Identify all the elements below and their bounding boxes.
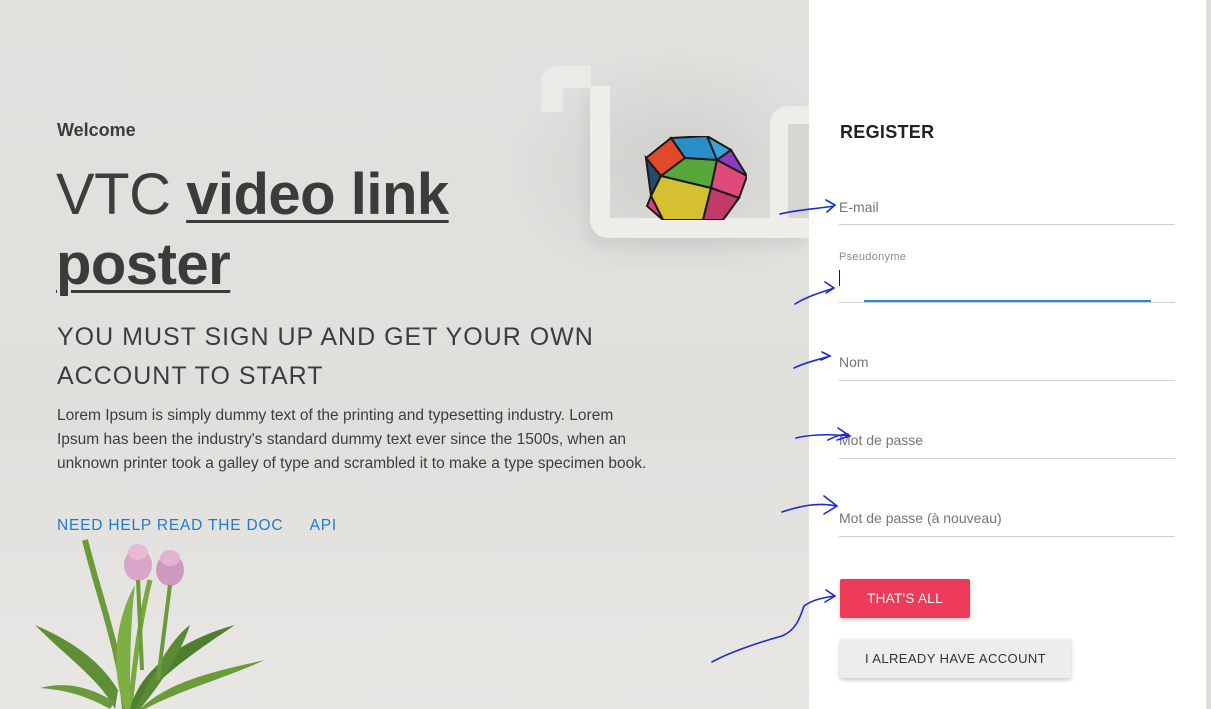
password-confirm-field[interactable]: [839, 505, 1175, 537]
shelf-hook-decoration: [541, 66, 591, 112]
pseudonyme-field[interactable]: [839, 268, 1175, 303]
hero-panel: Welcome VTC video link poster YOU MUST S…: [0, 0, 809, 709]
email-field[interactable]: [839, 194, 1175, 225]
have-account-button[interactable]: I ALREADY HAVE ACCOUNT: [840, 639, 1071, 678]
annotation-arrow-pseudonyme: [794, 281, 836, 305]
plant-image: [35, 539, 265, 709]
annotation-arrow-email: [779, 199, 837, 215]
submit-button[interactable]: THAT'S ALL: [840, 579, 970, 618]
password-field[interactable]: [839, 427, 1175, 459]
register-panel: REGISTER Pseudonyme THAT'S ALL I ALREADY…: [809, 0, 1206, 709]
description: Lorem Ipsum is simply dummy text of the …: [57, 407, 647, 472]
focus-underline: [864, 300, 1151, 302]
nom-field[interactable]: [839, 349, 1175, 381]
annotation-arrow-password: [795, 427, 852, 441]
annotation-arrow-password-confirm: [781, 495, 839, 515]
welcome-label: Welcome: [57, 120, 136, 140]
doc-link[interactable]: NEED HELP READ THE DOC: [57, 517, 283, 534]
annotation-arrow-submit: [711, 589, 837, 663]
register-title: REGISTER: [840, 122, 935, 142]
subtitle: YOU MUST SIGN UP AND GET YOUR OWN ACCOUN…: [57, 323, 594, 390]
pseudonyme-input[interactable]: [839, 268, 1175, 294]
password-confirm-input[interactable]: [839, 505, 1175, 531]
password-input[interactable]: [839, 427, 1175, 453]
title-prefix: VTC: [56, 162, 171, 227]
window-edge: [1206, 0, 1211, 709]
api-link[interactable]: API: [310, 517, 337, 534]
annotation-arrows: [711, 199, 852, 663]
email-input[interactable]: [839, 194, 1175, 220]
nom-input[interactable]: [839, 349, 1175, 375]
page-title: VTC video link poster: [56, 160, 596, 300]
annotation-arrow-nom: [793, 351, 832, 369]
help-links: NEED HELP READ THE DOC API: [57, 517, 359, 535]
